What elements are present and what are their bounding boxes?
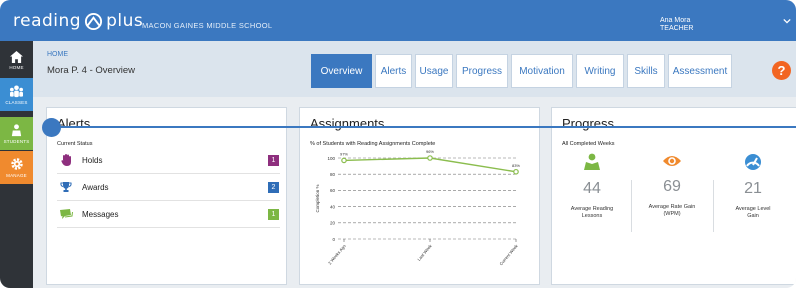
- stat-divider: [713, 180, 714, 232]
- tab-motivation[interactable]: Motivation: [511, 54, 573, 88]
- progress-subtitle: All Completed Weeks: [562, 141, 615, 147]
- chart-xtick-label: Current Week: [498, 243, 519, 267]
- tab-skills[interactable]: Skills: [627, 54, 665, 88]
- stat-label-line2: Lessons: [581, 213, 603, 219]
- stat-rate-gain: 69 Average Rate Gain (WPM): [634, 153, 710, 218]
- alerts-subtitle: Current Status: [57, 141, 93, 147]
- alert-label-messages: Messages: [82, 210, 119, 219]
- chart-xtick-label: 2 Weeks Ago: [327, 243, 347, 266]
- chart-ytick-label: 40: [330, 204, 336, 209]
- hand-icon: [59, 154, 73, 168]
- stat-label: Average Level Gain: [715, 206, 791, 220]
- chart-data-label: 96%: [426, 150, 434, 154]
- chart-ytick-label: 60: [330, 188, 336, 193]
- user-role: TEACHER: [660, 25, 694, 32]
- app-frame: reading plus MACON GAINES MIDDLE SCHOOL …: [0, 0, 796, 288]
- alert-count-holds: 1: [268, 155, 279, 166]
- stat-label: Average Rate Gain (WPM): [634, 204, 710, 218]
- nav-classes-label: CLASSES: [5, 99, 28, 105]
- assignments-subtitle: % of Students with Reading Assignments C…: [310, 141, 436, 147]
- progress-panel: Progress All Completed Weeks 44 Average …: [551, 107, 796, 285]
- alert-label-holds: Holds: [82, 156, 103, 165]
- tab-bar: Overview Alerts Usage Progress Motivatio…: [311, 54, 735, 88]
- stat-label-line1: Average Reading: [570, 206, 614, 212]
- chart-ylabel: Completion %: [315, 184, 320, 212]
- stat-value: 44: [583, 180, 601, 197]
- page-header: HOME Mora P. 4 - Overview Overview Alert…: [33, 41, 796, 97]
- tab-assessment[interactable]: Assessment: [668, 54, 732, 88]
- trophy-icon: [59, 181, 73, 195]
- nav-students[interactable]: STUDENTS: [0, 117, 33, 150]
- chevron-down-icon[interactable]: [783, 17, 791, 25]
- assignments-chart: 100 80 60 40 20 0 Completion % 97% 96% 83% 2 Weeks…: [315, 150, 520, 267]
- chart-point: [341, 157, 347, 164]
- alert-row-holds[interactable]: Holds 1: [57, 148, 280, 174]
- alert-count-messages: 1: [268, 209, 279, 220]
- alert-row-awards[interactable]: Awards 2: [57, 175, 280, 201]
- message-icon: [59, 208, 73, 222]
- chart-point: [427, 155, 433, 161]
- alert-label-awards: Awards: [82, 183, 109, 192]
- left-nav: HOME CLASSES STUDENTS MANAGE: [0, 41, 33, 288]
- alerts-panel: Alerts Current Status Holds 1 Awards 2 M…: [46, 107, 287, 285]
- top-bar: reading plus MACON GAINES MIDDLE SCHOOL …: [0, 0, 796, 41]
- page-title: Mora P. 4 - Overview: [47, 65, 135, 76]
- nav-students-label: STUDENTS: [3, 138, 30, 144]
- stat-value: 69: [663, 178, 681, 195]
- nav-classes[interactable]: CLASSES: [0, 78, 33, 111]
- stat-reading-lessons: 44 Average Reading Lessons: [554, 153, 630, 220]
- tab-usage[interactable]: Usage: [415, 54, 453, 88]
- chart-point: [513, 168, 519, 175]
- chart-ytick-label: 100: [327, 156, 335, 161]
- chart-data-label: 97%: [340, 151, 348, 156]
- nav-manage-label: MANAGE: [6, 173, 27, 178]
- stat-value: 21: [744, 180, 762, 197]
- tab-alerts[interactable]: Alerts: [375, 54, 412, 88]
- stat-label-line1: Average Rate Gain: [648, 204, 696, 210]
- nav-home-label: HOME: [9, 65, 24, 70]
- user-name: Ana Mora: [660, 17, 691, 24]
- slider-track[interactable]: [52, 126, 796, 128]
- help-button[interactable]: ?: [772, 61, 791, 80]
- alerts-title: Alerts: [57, 116, 91, 131]
- stat-label: Average Reading Lessons: [554, 206, 630, 220]
- logo-text-reading: reading: [13, 11, 82, 31]
- alert-count-awards: 2: [268, 182, 279, 193]
- chart-data-label: 83%: [512, 163, 520, 168]
- stat-divider: [631, 180, 632, 232]
- logo-text-plus: plus: [106, 11, 144, 31]
- chart-ytick-label: 20: [330, 221, 336, 226]
- logo-mark-icon: [85, 12, 103, 30]
- alert-row-messages[interactable]: Messages 1: [57, 202, 280, 228]
- school-name: MACON GAINES MIDDLE SCHOOL: [142, 21, 273, 30]
- assignments-panel: Assignments % of Students with Reading A…: [299, 107, 540, 285]
- chart-ytick-label: 0: [332, 237, 335, 242]
- assignments-title: Assignments: [310, 116, 385, 131]
- app-logo[interactable]: reading plus: [13, 10, 143, 32]
- stat-level-gain: 21 Average Level Gain: [715, 153, 791, 220]
- gauge-icon: [745, 154, 761, 170]
- gear-icon: [10, 158, 23, 170]
- tab-overview[interactable]: Overview: [311, 54, 372, 88]
- user-info[interactable]: Ana Mora TEACHER: [660, 17, 693, 33]
- stat-label-line2: Gain: [747, 213, 759, 219]
- stat-label-line2: (WPM): [663, 211, 681, 217]
- people-icon: [10, 84, 23, 97]
- home-icon: [10, 51, 23, 63]
- tab-writing[interactable]: Writing: [576, 54, 624, 88]
- chart-xtick-label: Last Week: [416, 243, 433, 262]
- progress-title: Progress: [562, 116, 615, 131]
- nav-manage[interactable]: MANAGE: [0, 151, 33, 184]
- chart-ytick-label: 80: [330, 172, 336, 177]
- eye-icon: [663, 156, 681, 166]
- student-icon: [11, 123, 22, 136]
- tab-progress[interactable]: Progress: [456, 54, 508, 88]
- stat-label-line1: Average Level: [735, 206, 771, 212]
- breadcrumb[interactable]: HOME: [47, 51, 68, 58]
- reader-icon: [584, 153, 600, 170]
- slider-handle[interactable]: [42, 118, 61, 137]
- nav-home[interactable]: HOME: [0, 44, 33, 77]
